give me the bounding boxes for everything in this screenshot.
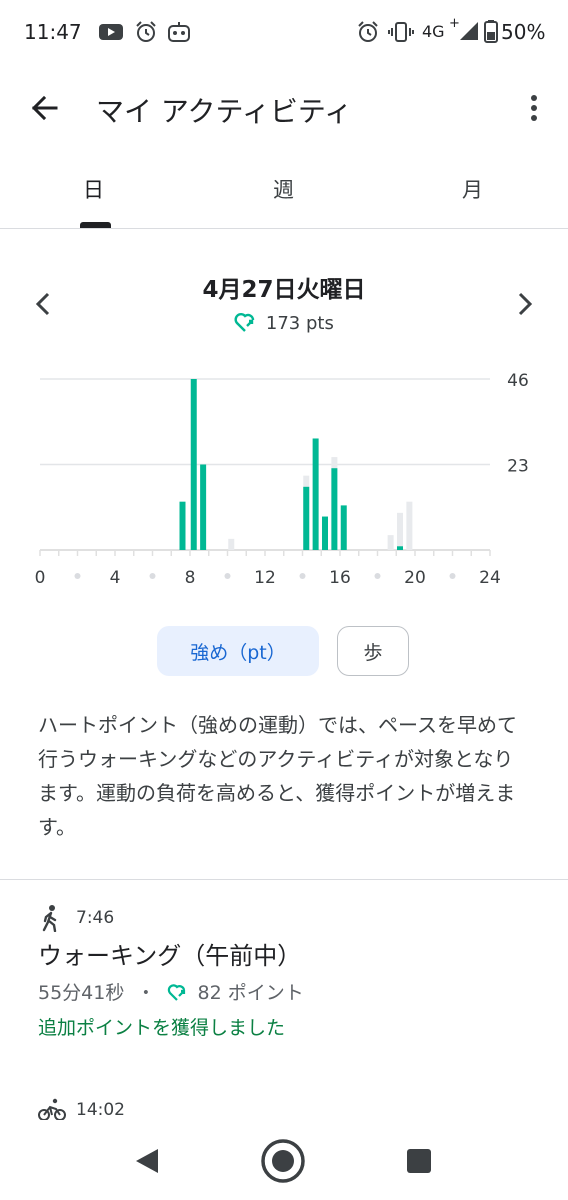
vibrate-icon [388, 22, 414, 42]
status-bar: 11:47 4G + 50% [0, 0, 568, 64]
alarm-icon [358, 21, 378, 42]
bicycle-icon [38, 1098, 66, 1121]
intense-points-chip[interactable]: 強め（pt） [157, 626, 319, 676]
activity-bonus-text: 追加ポイントを獲得しました [38, 1017, 286, 1039]
tab-day[interactable]: 日 [83, 174, 104, 204]
activity-start-time: 7:46 [76, 908, 115, 928]
battery-percent: 50% [501, 20, 546, 44]
activity-start-time: 14:02 [76, 1100, 125, 1120]
bar-intense [179, 501, 186, 550]
heart-points-icon [168, 984, 186, 1001]
nav-home-icon[interactable] [260, 1138, 306, 1184]
meta-separator: ・ [136, 982, 156, 1004]
points-total: 173 pts [265, 313, 334, 334]
x-tick-dot [374, 573, 381, 579]
alarm-icon [136, 21, 156, 42]
x-tick-dot [149, 573, 156, 579]
x-tick-dot [449, 573, 456, 579]
x-tick-label: 20 [404, 568, 426, 588]
x-tick-dot [74, 573, 81, 579]
steps-chip[interactable]: 歩 [337, 626, 409, 676]
activity-title[interactable]: ウォーキング（午前中） [38, 936, 301, 971]
bar-intense [200, 464, 207, 550]
more-vert-icon[interactable] [522, 92, 546, 124]
bar-intense [303, 486, 310, 550]
x-tick-label: 16 [329, 568, 351, 588]
heart-points-description: ハートポイント（強めの運動）では、ペースを早めて行うウォーキングなどのアクティビ… [38, 713, 517, 839]
app-bar: マイ アクティビティ [0, 64, 568, 152]
system-nav-bar [0, 1120, 568, 1200]
status-time: 11:47 [24, 20, 82, 44]
battery-icon [484, 20, 498, 43]
bar-intense [340, 505, 347, 550]
arrow-back-icon[interactable] [28, 92, 60, 124]
youtube-icon [99, 24, 123, 40]
network-type: 4G [422, 22, 445, 41]
page-title: マイ アクティビティ [96, 95, 353, 128]
date-title: 4月27日火曜日 [202, 277, 366, 303]
nav-back-icon[interactable] [132, 1146, 162, 1176]
tab-indicator [80, 222, 111, 228]
signal-icon [460, 22, 478, 40]
walking-icon [42, 905, 57, 932]
bar-intense [322, 516, 328, 550]
x-tick-dot [299, 573, 306, 579]
x-tick-label: 8 [185, 568, 196, 588]
x-tick-label: 4 [110, 568, 121, 588]
bar-intense [312, 438, 319, 550]
bar-intense [190, 379, 197, 550]
x-tick-dot [224, 573, 231, 579]
tab-week[interactable]: 週 [273, 174, 294, 204]
robot-icon [168, 22, 190, 42]
nav-recents-icon[interactable] [406, 1148, 432, 1174]
activity-points: 82 ポイント [197, 982, 304, 1004]
activity-meta: 55分41秒 ・ 82 ポイント [38, 978, 304, 1005]
bar-other [406, 501, 413, 550]
bar-other [397, 512, 403, 550]
activity-bar-chart: 46 23 0 4 8 12 16 20 24 [35, 371, 529, 588]
period-tabs: 日 週 月 [0, 152, 568, 229]
x-tick-label: 24 [479, 568, 501, 588]
x-tick-label: 0 [35, 568, 46, 588]
bar-intense [331, 468, 338, 550]
divider [0, 879, 568, 880]
x-tick-label: 12 [254, 568, 276, 588]
tab-month[interactable]: 月 [462, 174, 483, 204]
bar-other [228, 538, 235, 550]
points-summary: 173 pts [0, 311, 568, 334]
y-tick-label: 46 [507, 371, 529, 391]
bar-intense [397, 546, 403, 550]
activity-duration: 55分41秒 [38, 982, 125, 1004]
bar-other [387, 535, 394, 550]
heart-points-icon [234, 313, 255, 332]
y-tick-label: 23 [507, 457, 529, 477]
